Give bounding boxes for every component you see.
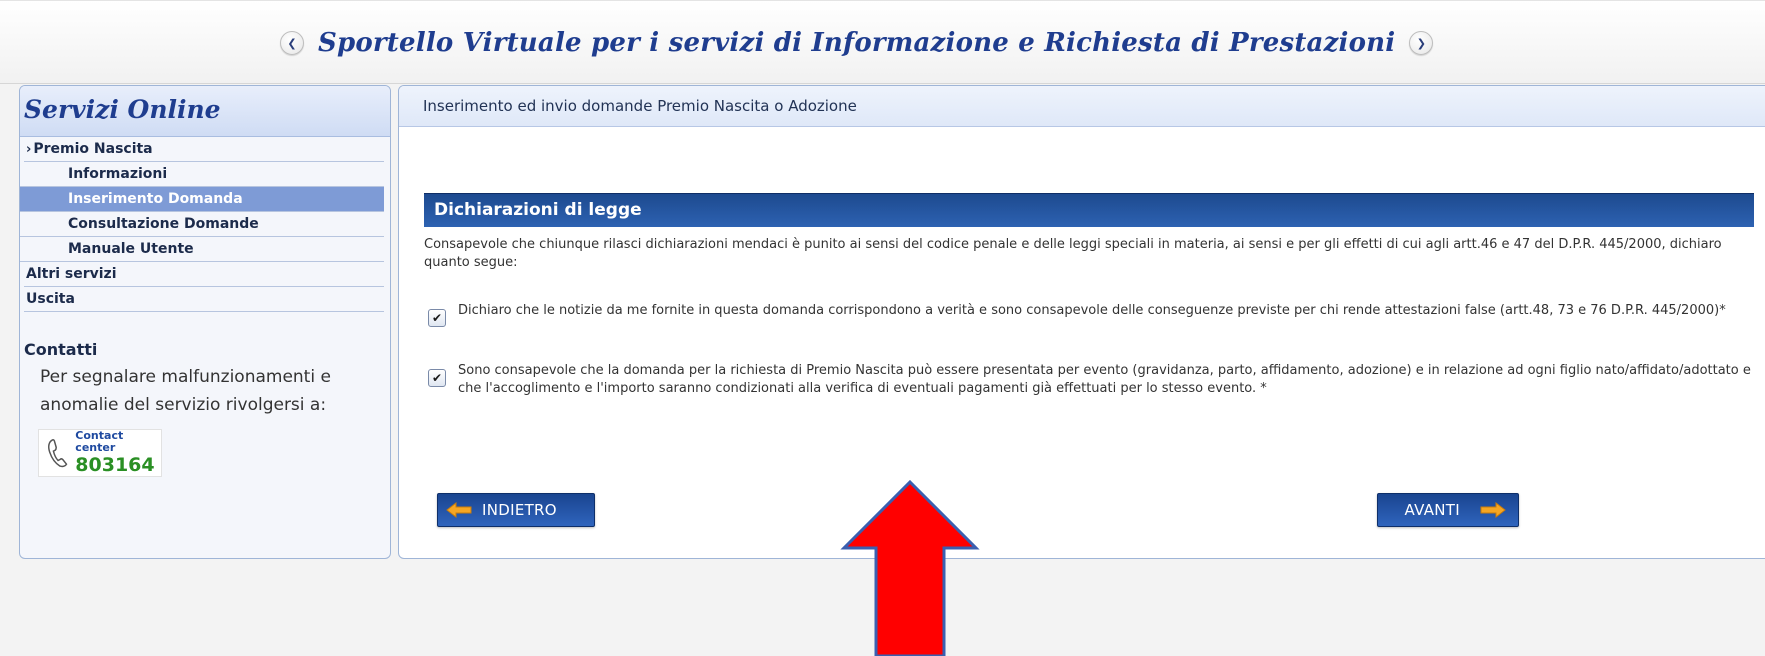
sidebar-item-consultazione-domande[interactable]: Consultazione Domande: [20, 212, 384, 237]
banner-inner: ❮ Sportello Virtuale per i servizi di In…: [280, 23, 1434, 63]
main-panel: Inserimento ed invio domande Premio Nasc…: [398, 85, 1765, 559]
contact-center-label: Contact center: [75, 429, 124, 454]
chevron-right-icon: ›: [26, 142, 32, 157]
declaration-2-text: Sono consapevole che la domanda per la r…: [458, 363, 1751, 396]
checkmark-icon: ✔: [431, 311, 443, 325]
contact-center-number: 803164: [75, 454, 155, 476]
sidebar-item-label: Informazioni: [68, 166, 168, 182]
phone-icon: [48, 439, 68, 468]
contact-center-badge[interactable]: Contact center 803164: [38, 429, 162, 477]
arrow-right-icon: [1480, 502, 1506, 518]
panel-header: Inserimento ed invio domande Premio Nasc…: [399, 86, 1765, 127]
back-button[interactable]: INDIETRO: [437, 493, 595, 527]
contacts-text: Per segnalare malfunzionamenti e anomali…: [40, 367, 331, 415]
contact-center-text: Contact center 803164: [75, 429, 161, 477]
annotation-arrow-icon: [840, 480, 980, 656]
back-button-label: INDIETRO: [482, 501, 557, 519]
sidebar-item-manuale-utente[interactable]: Manuale Utente: [20, 237, 384, 262]
contacts-section: Contatti Per segnalare malfunzionamenti …: [20, 312, 390, 477]
intro-text: Consapevole che chiunque rilasci dichiar…: [424, 237, 1722, 270]
sidebar-title: Servizi Online: [20, 86, 390, 137]
sidebar: Servizi Online › Premio Nascita Informazi…: [19, 85, 391, 559]
next-button-label: AVANTI: [1404, 501, 1460, 519]
chevron-right-icon[interactable]: ❯: [1409, 31, 1434, 55]
sidebar-menu: › Premio Nascita Informazioni Inserimento…: [20, 137, 390, 312]
sidebar-item-inserimento-domanda[interactable]: Inserimento Domanda: [20, 187, 384, 212]
declaration-1-checkbox[interactable]: ✔: [428, 309, 446, 327]
contacts-title: Contatti: [24, 340, 98, 359]
checkmark-icon: ✔: [431, 371, 443, 385]
sidebar-item-informazioni[interactable]: Informazioni: [20, 162, 384, 187]
sidebar-item-altri-servizi[interactable]: Altri servizi: [24, 262, 384, 287]
banner-title: Sportello Virtuale per i servizi di Info…: [318, 28, 1396, 58]
chevron-left-icon[interactable]: ❮: [280, 31, 304, 55]
sidebar-item-label: Manuale Utente: [68, 241, 194, 257]
sidebar-item-label: Premio Nascita: [33, 141, 153, 157]
sidebar-item-label: Altri servizi: [26, 266, 117, 282]
sidebar-item-uscita[interactable]: Uscita: [24, 287, 384, 312]
arrow-left-icon: [446, 502, 472, 518]
declaration-1-text: Dichiaro che le notizie da me fornite in…: [458, 303, 1726, 318]
sidebar-item-label: Uscita: [26, 291, 75, 307]
header-banner: ❮ Sportello Virtuale per i servizi di In…: [0, 0, 1765, 84]
sidebar-item-label: Inserimento Domanda: [68, 191, 243, 207]
section-title: Dichiarazioni di legge: [424, 193, 1754, 227]
declaration-row: ✔ Sono consapevole che la domanda per la…: [428, 362, 1753, 398]
declaration-row: ✔ Dichiaro che le notizie da me fornite …: [428, 302, 1753, 327]
declaration-2-checkbox[interactable]: ✔: [428, 369, 446, 387]
sidebar-item-premio-nascita[interactable]: › Premio Nascita: [24, 137, 384, 162]
sidebar-item-label: Consultazione Domande: [68, 216, 259, 232]
next-button[interactable]: AVANTI: [1377, 493, 1519, 527]
